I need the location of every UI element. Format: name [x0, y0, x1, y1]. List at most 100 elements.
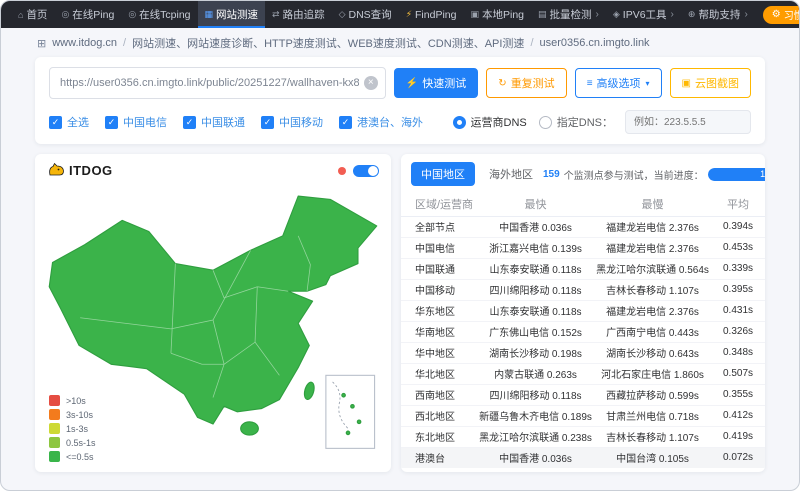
cell-slowest: 福建龙岩电信 2.376s — [594, 300, 711, 322]
progress-percent: 100% — [760, 169, 765, 179]
chevron-right-icon: › — [670, 9, 674, 20]
nav-item-label: 帮助支持 — [698, 9, 741, 21]
cell-fastest: 四川绵阳移动 0.118s — [477, 384, 594, 406]
nav-item-route-trace[interactable]: ⇄ 路由追踪 — [265, 1, 332, 28]
map-mode-toggle[interactable] — [338, 165, 379, 177]
legend-swatch — [49, 409, 60, 420]
nav-item-dns-query[interactable]: ◇ DNS查询 — [332, 1, 399, 28]
result-row-2[interactable]: 中国联通 山东泰安联通 0.118s 黑龙江哈尔滨联通 0.564s 0.339s — [401, 258, 765, 280]
radio-selected-icon — [452, 115, 466, 129]
checkbox-checked-icon: ✓ — [49, 115, 62, 129]
help-support-icon: ⊕ — [687, 9, 696, 19]
radio-custom-dns[interactable]: 指定DNS： — [538, 114, 613, 130]
clear-input-icon[interactable]: × — [363, 76, 378, 90]
results-panel: 中国地区海外地区 159 个监测点参与测试，当前进度： 100% 区域/运营商最… — [401, 154, 765, 472]
cloud-screenshot-label: 云图截图 — [695, 78, 739, 90]
results-header: 中国地区海外地区 159 个监测点参与测试，当前进度： 100% — [401, 154, 765, 192]
nav-item-website-speedtest[interactable]: ▦ 网站测速 — [197, 1, 266, 28]
checkbox-china-telecom[interactable]: ✓ 中国电信 — [105, 114, 167, 130]
cell-avg: 0.431s — [711, 300, 765, 322]
advanced-options-button[interactable]: ≡ 高级选项 ▾ — [574, 68, 662, 98]
breadcrumb-current[interactable]: user0356.cn.imgto.link — [540, 37, 650, 49]
legend-label: 1s-3s — [66, 423, 89, 434]
nav-item-ipv6-tools[interactable]: ◈ IPV6工具 › — [606, 1, 681, 28]
radio-carrier-dns[interactable]: 运营商DNS — [452, 114, 527, 130]
cell-region: 华东地区 — [401, 300, 477, 322]
tab-overseas[interactable]: 海外地区 — [479, 162, 543, 186]
cell-slowest: 西藏拉萨移动 0.599s — [594, 384, 711, 406]
repeat-test-label: 重复测试 — [510, 78, 555, 90]
results-table: 区域/运营商 最快 最慢 平均 全部节点 中国香港 0.036s 福建龙岩电信 2.376… — [401, 192, 765, 468]
breadcrumb-separator: / — [123, 37, 127, 49]
chevron-down-icon: ▾ — [645, 78, 650, 88]
result-row-7[interactable]: 华北地区 内蒙古联通 0.263s 河北石家庄电信 1.860s 0.507s — [401, 363, 765, 385]
brand-text: ITDOG — [69, 162, 113, 178]
breadcrumb-site[interactable]: www.itdog.cn — [52, 37, 117, 49]
checkbox-label: 全选 — [67, 117, 89, 129]
cell-region: 中国移动 — [401, 279, 477, 301]
nav-item-home[interactable]: ⌂ 首页 — [11, 1, 54, 28]
result-row-11[interactable]: 港澳台 中国香港 0.036s 中国台湾 0.105s 0.072s — [401, 447, 765, 468]
quick-test-button[interactable]: ⚡ 快速测试 — [393, 68, 479, 98]
checkbox-china-unicom[interactable]: ✓ 中国联通 — [183, 114, 245, 130]
monitor-text: 个监测点参与测试，当前进度： — [563, 170, 704, 182]
cell-slowest: 湖南长沙移动 0.643s — [594, 342, 711, 364]
china-map[interactable] — [47, 184, 379, 456]
repeat-test-button[interactable]: ↻ 重复测试 — [486, 68, 567, 98]
breadcrumb-section[interactable]: 网站测速、网站速度诊断、HTTP速度测试、WEB速度测试、CDN测速、API测速 — [132, 35, 524, 51]
cell-avg: 0.395s — [711, 279, 765, 301]
column-header: 区域/运营商 — [401, 192, 477, 217]
result-row-6[interactable]: 华中地区 湖南长沙移动 0.198s 湖南长沙移动 0.643s 0.348s — [401, 342, 765, 364]
cloud-screenshot-button[interactable]: ▣ 云图截图 — [669, 68, 751, 98]
cell-avg: 0.412s — [711, 405, 765, 427]
cell-fastest: 广东佛山电信 0.152s — [477, 321, 594, 343]
checkbox-china-mobile[interactable]: ✓ 中国移动 — [261, 114, 323, 130]
nav-item-label: 网站测速 — [216, 9, 259, 21]
result-row-9[interactable]: 西北地区 新疆乌鲁木齐电信 0.189s 甘肃兰州电信 0.718s 0.412s — [401, 405, 765, 427]
progress-fill: 100% — [707, 167, 765, 181]
cell-avg: 0.507s — [711, 363, 765, 385]
cell-region: 东北地区 — [401, 426, 477, 448]
cell-slowest: 吉林长春移动 1.107s — [594, 279, 711, 301]
cell-avg: 0.419s — [711, 426, 765, 448]
nav-item-help-support[interactable]: ⊕ 帮助支持 › — [681, 1, 755, 28]
settings-button[interactable]: ⚙ 习惯设置 › — [762, 5, 799, 24]
checkbox-select-all[interactable]: ✓ 全选 — [49, 114, 89, 130]
legend-label: 3s-10s — [66, 409, 94, 420]
checkbox-label: 中国移动 — [279, 117, 323, 129]
route-trace-icon: ⇄ — [272, 9, 280, 19]
result-row-1[interactable]: 中国电信 浙江嘉兴电信 0.139s 福建龙岩电信 2.376s 0.453s — [401, 237, 765, 259]
cell-region: 西北地区 — [401, 405, 477, 427]
result-row-0[interactable]: 全部节点 中国香港 0.036s 福建龙岩电信 2.376s 0.394s — [401, 216, 765, 238]
south-china-sea-inset — [325, 374, 376, 449]
tab-china[interactable]: 中国地区 — [411, 162, 475, 186]
image-icon: ▣ — [681, 77, 691, 89]
result-row-10[interactable]: 东北地区 黑龙江哈尔滨联通 0.238s 吉林长春移动 1.107s 0.419s — [401, 426, 765, 448]
cell-slowest: 广西南宁电信 0.443s — [594, 321, 711, 343]
result-row-5[interactable]: 华南地区 广东佛山电信 0.152s 广西南宁电信 0.443s 0.326s — [401, 321, 765, 343]
map-panel: ITDOG >10s 3s-10s 1s-3s 0.5s-1s <=0.5s — [35, 154, 391, 472]
online-tcping-icon: ◎ — [128, 9, 137, 19]
url-input[interactable] — [49, 67, 386, 99]
checkbox-overseas[interactable]: ✓ 港澳台、海外 — [339, 114, 423, 130]
chevron-right-icon: › — [595, 9, 599, 20]
nav-item-batch-test[interactable]: ▤ 批量检测 › — [531, 1, 606, 28]
result-row-8[interactable]: 西南地区 四川绵阳移动 0.118s 西藏拉萨移动 0.599s 0.355s — [401, 384, 765, 406]
ipv6-tools-icon: ◈ — [612, 9, 620, 19]
nav-item-online-ping[interactable]: ◎ 在线Ping — [54, 1, 121, 28]
navbar-right-group: ▤ 批量检测 › ◈ IPV6工具 › ⊕ 帮助支持 › — [531, 1, 755, 28]
nav-item-findping[interactable]: ⚡ FindPing — [399, 1, 464, 28]
nav-item-local-ping[interactable]: ▣ 本地Ping — [463, 1, 531, 28]
result-row-4[interactable]: 华东地区 山东泰安联通 0.118s 福建龙岩电信 2.376s 0.431s — [401, 300, 765, 322]
online-ping-icon: ◎ — [61, 9, 70, 19]
custom-dns-label: 指定DNS： — [556, 117, 613, 129]
result-row-3[interactable]: 中国移动 四川绵阳移动 0.118s 吉林长春移动 1.107s 0.395s — [401, 279, 765, 301]
checkbox-label: 中国联通 — [201, 117, 245, 129]
checkbox-label: 中国电信 — [123, 117, 167, 129]
nav-item-online-tcping[interactable]: ◎ 在线Tcping — [121, 1, 197, 28]
legend-item: 1s-3s — [49, 423, 96, 434]
cell-region: 港澳台 — [401, 447, 477, 468]
custom-dns-input[interactable] — [625, 110, 751, 134]
content-panels: ITDOG >10s 3s-10s 1s-3s 0.5s-1s <=0.5s 中… — [35, 154, 765, 472]
legend-item: 3s-10s — [49, 409, 96, 420]
